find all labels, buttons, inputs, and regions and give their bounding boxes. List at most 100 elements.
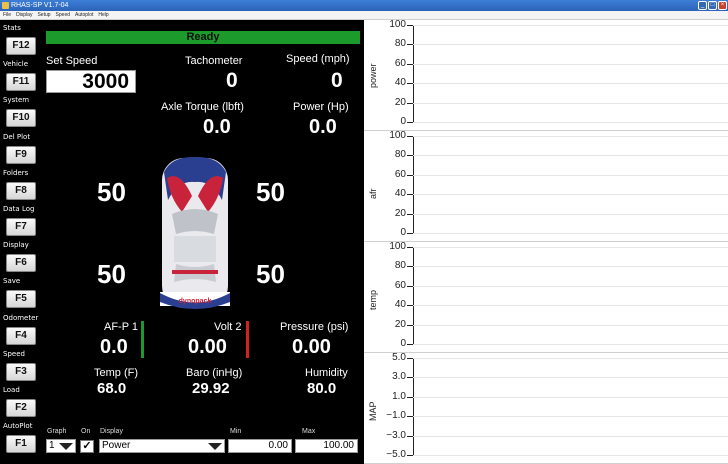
plot-gridline (413, 83, 728, 85)
plot-tick-label: 20 (394, 318, 406, 330)
fkey-button-f2[interactable]: F2 (6, 399, 36, 417)
fkey-button-f1[interactable]: F1 (6, 435, 36, 454)
fkey-button-f4[interactable]: F4 (6, 326, 36, 345)
plot-gridline (413, 247, 728, 248)
plot-tick-mark (407, 25, 413, 26)
on-checkbox[interactable]: ✓ (80, 440, 94, 453)
afp1-value: 0.0 (100, 336, 128, 358)
fkey-button-f12[interactable]: F12 (6, 37, 36, 55)
plot-tick-label: 40 (394, 188, 406, 200)
plot-gridline (413, 213, 728, 215)
fkey-button-f10[interactable]: F10 (6, 109, 36, 128)
temp-label: Temp (F) (94, 367, 138, 379)
plot-tick-mark (407, 194, 413, 196)
set-speed-input[interactable]: 3000 (46, 70, 136, 93)
window-titlebar: RHAS-SP V1.7-04 _ □ × (0, 0, 728, 11)
speed-value: 0 (331, 69, 343, 92)
plot-gridline (413, 455, 728, 456)
plot-tick-label: 100 (389, 241, 406, 252)
plot-afr: 100 80 60 40 20 0 afr (364, 130, 728, 242)
plot-y-label: power (368, 62, 378, 88)
plot-gridline (413, 324, 728, 326)
car-logo-text: dynopack (179, 298, 212, 305)
volt2-indicator-bar (246, 321, 249, 358)
fkey-button-f6[interactable]: F6 (6, 254, 36, 273)
maximize-button[interactable]: □ (708, 1, 717, 10)
plot-tick-mark (407, 174, 413, 176)
close-button[interactable]: × (718, 1, 727, 10)
afp1-indicator-bar (141, 321, 144, 358)
graph-select-value: 1 (49, 440, 55, 451)
plot-tick-label: 80 (394, 260, 406, 272)
fkey-button-f11[interactable]: F11 (6, 73, 36, 92)
plot-tick-mark (407, 455, 413, 456)
plot-tick-mark (407, 63, 413, 65)
menu-autoplot[interactable]: Autoplot (75, 11, 93, 19)
volt2-label: Volt 2 (214, 321, 242, 333)
display-select-label: Display (100, 428, 123, 435)
dashboard-panel: Stats F12 Vehicle F11 System F10 Del Plot F9 Fol… (0, 20, 364, 464)
plot-gridline (413, 136, 728, 137)
menu-setup[interactable]: Setup (37, 11, 50, 19)
plot-tick-mark (407, 416, 413, 418)
plot-y-label: temp (368, 289, 378, 310)
graph-controls: Graph 1 On ✓ Display Power Min 0.00 Max … (46, 427, 364, 464)
plot-tick-label: 0 (400, 227, 406, 238)
min-field-label: Min (230, 428, 242, 435)
plot-tick-mark (407, 102, 413, 104)
on-checkbox-label: On (81, 428, 91, 435)
plot-gridline (413, 285, 728, 287)
menu-display[interactable]: Display (16, 11, 32, 19)
plot-tick-mark (407, 266, 413, 268)
humidity-value: 80.0 (307, 380, 337, 397)
chevron-down-icon (59, 443, 73, 450)
fkey-button-f8[interactable]: F8 (6, 181, 36, 200)
plot-tick-label: 0 (400, 116, 406, 127)
afp1-label: AF-P 1 (104, 321, 139, 333)
max-field[interactable]: 100.00 (295, 439, 358, 453)
plot-map: 5.0 3.0 1.0 −1.0 −3.0 −5.0 MAP (364, 352, 728, 464)
fkey-button-f3[interactable]: F3 (6, 362, 36, 381)
plot-tick-label: −3.0 (386, 429, 406, 441)
chevron-down-icon (208, 443, 222, 450)
min-field[interactable]: 0.00 (228, 439, 292, 453)
plot-gridline (413, 377, 728, 379)
plot-tick-mark (407, 344, 413, 345)
plot-gridline (413, 233, 728, 234)
baro-label: Baro (inHg) (186, 367, 243, 379)
plot-gridline (413, 122, 728, 123)
axle-torque-value: 0.0 (203, 116, 231, 138)
plot-gridline (413, 266, 728, 268)
fkey-button-f7[interactable]: F7 (6, 218, 36, 236)
plot-temp: 100 80 60 40 20 0 temp (364, 241, 728, 353)
plot-tick-label: 80 (394, 38, 406, 50)
menu-bar: File Display Setup Speed Autoplot Help (0, 11, 728, 20)
graph-select[interactable]: 1 (46, 439, 76, 453)
plot-tick-mark (407, 122, 413, 123)
minimize-button[interactable]: _ (698, 1, 707, 10)
plot-tick-label: 1.0 (392, 390, 406, 402)
plot-tick-label: −5.0 (386, 449, 406, 460)
plot-tick-label: 40 (394, 299, 406, 311)
function-key-panel: Stats F12 Vehicle F11 System F10 Del Plot F9 Fol… (0, 20, 40, 464)
plot-tick-mark (407, 155, 413, 157)
power-label: Power (Hp) (293, 101, 349, 113)
fkey-button-f9[interactable]: F9 (6, 145, 36, 164)
car-top-view-image: dynopack (152, 152, 238, 315)
fkey-button-f5[interactable]: F5 (6, 290, 36, 309)
plot-y-label: afr (368, 187, 378, 199)
plot-gridline (413, 25, 728, 26)
plot-gridline (413, 174, 728, 176)
humidity-label: Humidity (305, 367, 348, 379)
baro-value: 29.92 (192, 380, 230, 397)
menu-speed[interactable]: Speed (56, 11, 70, 19)
plot-tick-label: 40 (394, 77, 406, 89)
menu-help[interactable]: Help (98, 11, 108, 19)
plot-gridline (413, 102, 728, 104)
menu-file[interactable]: File (3, 11, 11, 19)
display-select[interactable]: Power (99, 439, 225, 453)
pressure-value: 0.00 (292, 336, 331, 358)
speed-label: Speed (mph) (286, 53, 350, 65)
plot-tick-mark (407, 213, 413, 215)
plot-gridline (413, 44, 728, 46)
